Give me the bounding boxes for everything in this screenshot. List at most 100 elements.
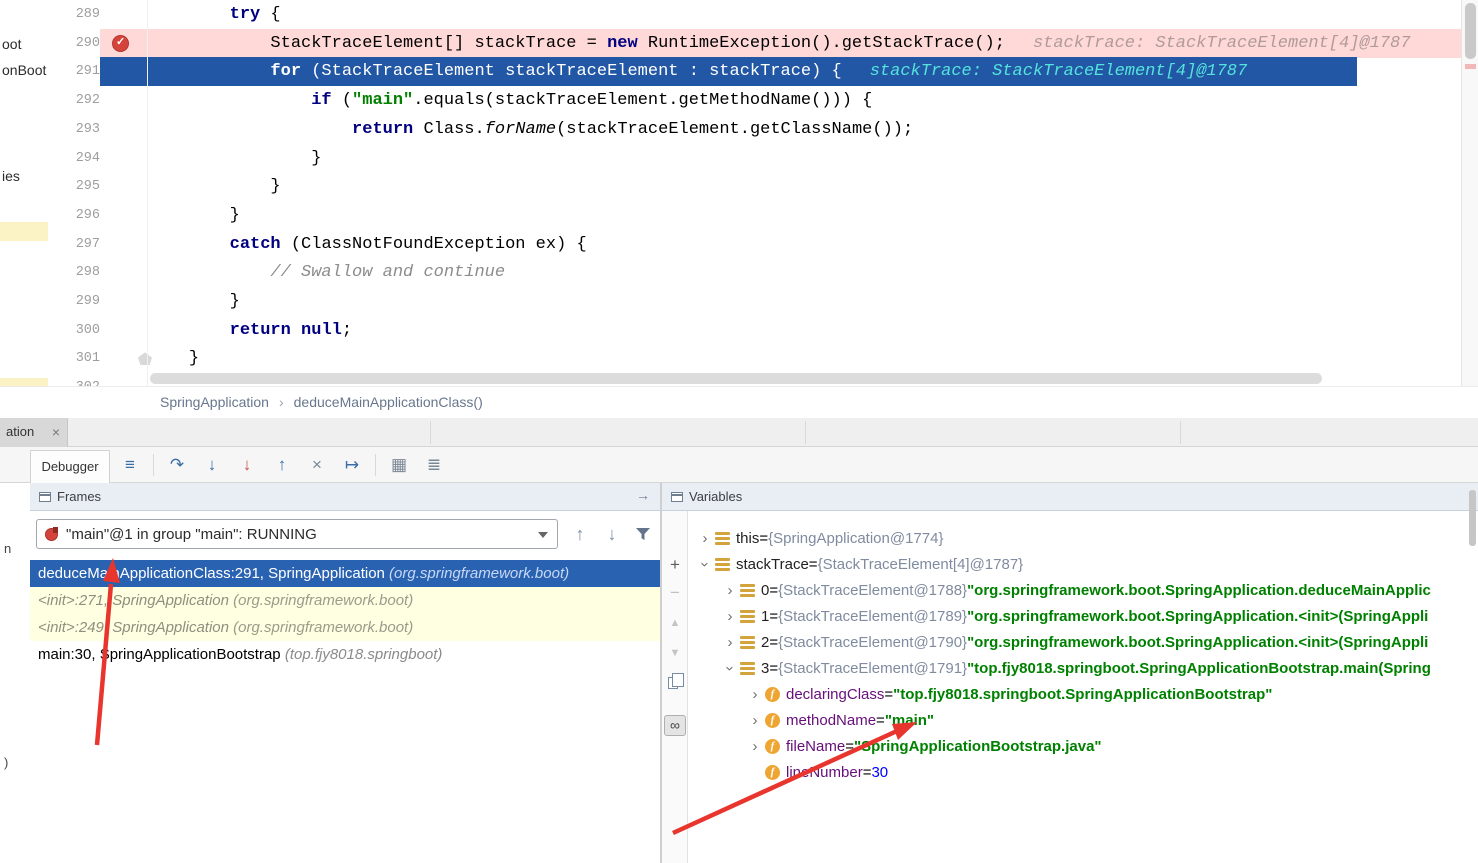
- thread-selector[interactable]: "main"@1 in group "main": RUNNING: [36, 519, 558, 549]
- line-number[interactable]: 292: [48, 86, 100, 115]
- frame-row[interactable]: <init>:271, SpringApplication (org.sprin…: [30, 587, 660, 614]
- line-number[interactable]: 302: [48, 373, 100, 386]
- duplicate-watch-icon[interactable]: [668, 677, 678, 689]
- code-token: [291, 321, 301, 340]
- line-number[interactable]: 300: [48, 316, 100, 345]
- frame-package: (top.fjy8018.springboot): [281, 646, 443, 663]
- line-number[interactable]: 290: [48, 29, 100, 58]
- frame-up-icon[interactable]: ↑: [568, 522, 592, 546]
- chevron-right-icon[interactable]: ›: [747, 738, 763, 755]
- layout-settings-icon[interactable]: ≡: [118, 453, 142, 477]
- code-line-291[interactable]: 291 for (StackTraceElement stackTraceEle…: [0, 57, 1478, 86]
- variable-string-value: "org.springframework.boot.SpringApplicat…: [967, 634, 1428, 651]
- code-line-290[interactable]: 290 StackTraceElement[] stackTrace = new…: [0, 29, 1478, 58]
- variable-row[interactable]: ›fmethodName = "main": [688, 707, 1478, 733]
- show-return-values-icon[interactable]: ∞: [664, 715, 686, 736]
- line-number[interactable]: 293: [48, 115, 100, 144]
- close-icon[interactable]: ×: [52, 418, 60, 446]
- chevron-right-icon[interactable]: ›: [722, 582, 738, 599]
- chevron-right-icon[interactable]: ›: [747, 686, 763, 703]
- force-step-into-icon[interactable]: ↓: [235, 453, 259, 477]
- chevron-down-icon[interactable]: [538, 532, 548, 538]
- line-number[interactable]: 299: [48, 287, 100, 316]
- line-number[interactable]: 296: [48, 201, 100, 230]
- code-line-296[interactable]: 296 }: [0, 201, 1478, 230]
- frame-row[interactable]: <init>:249, SpringApplication (org.sprin…: [30, 614, 660, 641]
- variables-scrollbar-thumb[interactable]: [1469, 490, 1476, 546]
- variable-string-value: "top.fjy8018.springboot.SpringApplicatio…: [893, 686, 1272, 703]
- chevron-right-icon[interactable]: ›: [722, 608, 738, 625]
- code-line-297[interactable]: 297 catch (ClassNotFoundException ex) {: [0, 230, 1478, 259]
- move-watch-up-icon[interactable]: ▲: [662, 617, 688, 629]
- variable-row[interactable]: ›fdeclaringClass = "top.fjy8018.springbo…: [688, 681, 1478, 707]
- thread-filter-icon[interactable]: [634, 525, 652, 548]
- code-token: (stackTraceElement.getClassName());: [556, 120, 913, 139]
- drop-frame-icon[interactable]: ×: [305, 453, 329, 477]
- remove-watch-icon[interactable]: −: [662, 583, 688, 603]
- frame-row[interactable]: main:30, SpringApplicationBootstrap (top…: [30, 641, 660, 668]
- horizontal-scrollbar-thumb[interactable]: [150, 373, 1322, 384]
- code-token: (StackTraceElement stackTraceElement : s…: [301, 62, 842, 81]
- breakpoint-verified-icon[interactable]: [112, 35, 129, 52]
- tool-window-tab[interactable]: ation ×: [0, 418, 68, 447]
- variable-row[interactable]: ›3 = {StackTraceElement@1791} "top.fjy80…: [688, 655, 1478, 681]
- gutter-icon-zone: [100, 258, 148, 287]
- chevron-right-icon[interactable]: ›: [722, 634, 738, 651]
- variable-reference: {StackTraceElement@1788}: [778, 582, 967, 599]
- code-line-300[interactable]: 300 return null;: [0, 316, 1478, 345]
- move-watch-down-icon[interactable]: ▼: [662, 647, 688, 659]
- line-number[interactable]: 295: [48, 172, 100, 201]
- chevron-down-icon[interactable]: ›: [697, 556, 714, 572]
- add-watch-icon[interactable]: +: [662, 555, 688, 575]
- code-indent: [148, 349, 189, 368]
- tab-debugger[interactable]: Debugger: [30, 450, 110, 483]
- side-fragment: ): [4, 755, 8, 770]
- code-line-295[interactable]: 295 }: [0, 172, 1478, 201]
- variable-name: 3: [761, 660, 769, 677]
- line-number[interactable]: 289: [48, 0, 100, 29]
- frames-title: Frames: [57, 489, 101, 504]
- breakpoint-stripe-mark[interactable]: [1465, 64, 1476, 69]
- line-number[interactable]: 298: [48, 258, 100, 287]
- breadcrumb-class[interactable]: SpringApplication: [160, 394, 269, 410]
- vertical-scrollbar[interactable]: [1461, 0, 1478, 386]
- code-line-292[interactable]: 292 if ("main".equals(stackTraceElement.…: [0, 86, 1478, 115]
- scrollbar-thumb[interactable]: [1465, 3, 1476, 59]
- variable-row[interactable]: ›2 = {StackTraceElement@1790} "org.sprin…: [688, 629, 1478, 655]
- code-line-293[interactable]: 293 return Class.forName(stackTraceEleme…: [0, 115, 1478, 144]
- equals-sign: =: [769, 608, 778, 625]
- code-line-294[interactable]: 294 }: [0, 144, 1478, 173]
- step-out-icon[interactable]: ↑: [270, 453, 294, 477]
- line-number[interactable]: 297: [48, 230, 100, 259]
- variable-row[interactable]: ›1 = {StackTraceElement@1789} "org.sprin…: [688, 603, 1478, 629]
- frame-row[interactable]: deduceMainApplicationClass:291, SpringAp…: [30, 560, 660, 587]
- variable-row[interactable]: ›stackTrace = {StackTraceElement[4]@1787…: [688, 551, 1478, 577]
- line-number[interactable]: 291: [48, 57, 100, 86]
- chevron-right-icon[interactable]: ›: [697, 530, 713, 547]
- frames-focus-icon[interactable]: →: [636, 487, 650, 503]
- evaluate-grid-icon[interactable]: ▦: [387, 453, 411, 477]
- variable-icon: [715, 532, 730, 545]
- step-into-icon[interactable]: ↓: [200, 453, 224, 477]
- equals-sign: =: [809, 556, 818, 573]
- line-number[interactable]: 301: [48, 344, 100, 373]
- code-indent: [148, 91, 311, 110]
- chevron-down-icon[interactable]: ›: [722, 660, 739, 676]
- step-over-icon[interactable]: ↷: [165, 453, 189, 477]
- settings-lines-icon[interactable]: ≣: [422, 453, 446, 477]
- code-line-299[interactable]: 299 }: [0, 287, 1478, 316]
- variable-row[interactable]: ›ffileName = "SpringApplicationBootstrap…: [688, 733, 1478, 759]
- code-token: RuntimeException().getStackTrace();: [638, 34, 1005, 53]
- breadcrumb-method[interactable]: deduceMainApplicationClass(): [294, 394, 483, 410]
- run-to-cursor-icon[interactable]: ↦: [340, 453, 364, 477]
- code-line-301[interactable]: 301 }: [0, 344, 1478, 373]
- code-line-298[interactable]: 298 // Swallow and continue: [0, 258, 1478, 287]
- variable-row[interactable]: ›flineNumber = 30: [688, 759, 1478, 785]
- code-token: forName: [485, 120, 556, 139]
- variable-row[interactable]: ›0 = {StackTraceElement@1788} "org.sprin…: [688, 577, 1478, 603]
- variable-row[interactable]: ›this = {SpringApplication@1774}: [688, 525, 1478, 551]
- frame-down-icon[interactable]: ↓: [600, 522, 624, 546]
- line-number[interactable]: 294: [48, 144, 100, 173]
- chevron-right-icon[interactable]: ›: [747, 712, 763, 729]
- code-line-289[interactable]: 289 try {: [0, 0, 1478, 29]
